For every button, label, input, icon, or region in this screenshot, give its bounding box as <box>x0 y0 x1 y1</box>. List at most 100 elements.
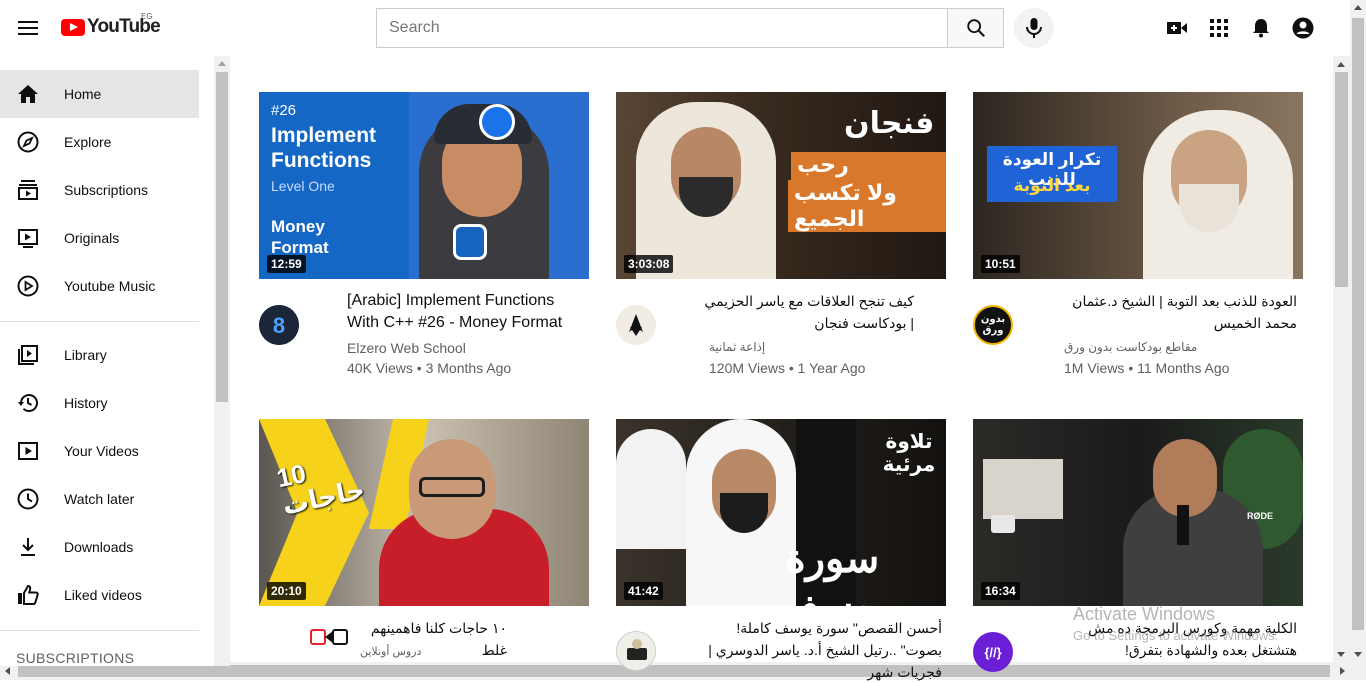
video-thumbnail[interactable]: تكرار العودة للذنب بعد التوبة 10:51 <box>973 92 1303 279</box>
play-button-icon <box>991 515 1015 533</box>
youtube-logo[interactable]: YouTube EG <box>61 12 161 38</box>
channel-name[interactable]: مقاطع بودكاست بدون ورق <box>1064 340 1197 354</box>
video-thumbnail[interactable]: تلاوة مرئية سورة يوسف 41:42 <box>616 419 946 606</box>
page-scrollbar-thumb[interactable] <box>1352 18 1364 630</box>
sidebar-item-youtube-music[interactable]: Youtube Music <box>0 262 199 310</box>
sidebar-item-watch-later[interactable]: Watch later <box>0 475 199 523</box>
sidebar-item-home[interactable]: Home <box>0 70 199 118</box>
channel-avatar[interactable]: بدون ورق <box>973 305 1013 345</box>
video-meta: 40K Views • 3 Months Ago <box>347 360 512 376</box>
sidebar-item-downloads[interactable]: Downloads <box>0 523 199 571</box>
sidebar-item-subscriptions[interactable]: Subscriptions <box>0 166 199 214</box>
video-meta: 120M Views • 1 Year Ago <box>709 360 866 376</box>
notifications-bell-icon[interactable] <box>1249 16 1273 40</box>
channel-name[interactable]: دروس أونلاين <box>360 645 421 658</box>
horizontal-scrollbar-thumb[interactable] <box>18 665 1330 677</box>
video-thumbnail[interactable]: فنجان رحب بالعداوات ولا تكسب الجميع 3:03… <box>616 92 946 279</box>
voice-search-button[interactable] <box>1014 8 1054 48</box>
video-title[interactable]: أحسن القصص" سورة يوسف كاملة! بصوت" ..رتي… <box>696 617 942 683</box>
country-code: EG <box>141 12 153 21</box>
search-input[interactable] <box>376 8 947 48</box>
scroll-right-arrow[interactable] <box>1340 667 1345 675</box>
video-meta: 1M Views • 11 Months Ago <box>1064 360 1230 376</box>
video-title[interactable]: [Arabic] Implement Functions With C++ #2… <box>347 290 587 334</box>
channel-avatar[interactable] <box>616 631 656 671</box>
channel-avatar[interactable]: {//} <box>973 632 1013 672</box>
scroll-left-arrow[interactable] <box>5 667 10 675</box>
microphone-icon <box>1026 18 1042 38</box>
sidebar-item-label: Downloads <box>64 539 134 555</box>
search-icon <box>966 19 985 37</box>
content-scrollbar[interactable] <box>1333 56 1350 666</box>
video-duration: 41:42 <box>624 582 663 600</box>
apps-grid-icon[interactable] <box>1207 16 1231 40</box>
sidebar-divider <box>0 630 199 631</box>
video-title[interactable]: كيف تنجح العلاقات مع ياسر الحزيمي | بودك… <box>704 290 914 334</box>
video-card[interactable]: فنجان رحب بالعداوات ولا تكسب الجميع 3:03… <box>616 92 946 392</box>
sidebar: Home Explore Subscriptions Originals You… <box>0 56 214 666</box>
sidebar-item-your-videos[interactable]: Your Videos <box>0 427 199 475</box>
scroll-up-arrow[interactable] <box>218 61 226 66</box>
sidebar-item-label: Library <box>64 347 107 363</box>
video-thumbnail[interactable]: #26 Implement Functions Level One Money … <box>259 92 589 279</box>
video-thumbnail[interactable]: 10 حاجات 20:10 <box>259 419 589 606</box>
imam-figure <box>616 429 686 549</box>
sidebar-item-label: Your Videos <box>64 443 139 459</box>
video-duration: 3:03:08 <box>624 255 674 273</box>
video-thumbnail[interactable]: RØDE 16:34 <box>973 419 1303 606</box>
sidebar-item-history[interactable]: History <box>0 379 199 427</box>
youtube-play-icon <box>61 18 85 36</box>
scroll-up-arrow[interactable] <box>1337 62 1345 67</box>
sidebar-item-library[interactable]: Library <box>0 331 199 379</box>
sidebar-item-label: Home <box>64 86 102 102</box>
video-card[interactable]: #26 Implement Functions Level One Money … <box>259 92 589 392</box>
sidebar-scrollbar[interactable] <box>214 56 230 666</box>
sidebar-item-label: Youtube Music <box>64 278 156 294</box>
activate-windows-hint: Go to Settings to activate Windows. <box>1073 628 1279 643</box>
thumbnail-subtitle: بعد التوبة <box>1013 176 1091 195</box>
home-icon <box>16 82 40 106</box>
scroll-down-arrow[interactable] <box>1354 652 1362 657</box>
glasses-shape <box>419 477 485 497</box>
video-duration: 16:34 <box>981 582 1020 600</box>
channel-avatar[interactable] <box>616 305 656 345</box>
search-button[interactable] <box>947 8 1004 48</box>
avatar-text: بدون ورق <box>980 314 1006 336</box>
video-card[interactable]: تكرار العودة للذنب بعد التوبة 10:51 بدون… <box>973 92 1303 392</box>
sidebar-item-explore[interactable]: Explore <box>0 118 199 166</box>
scroll-up-arrow[interactable] <box>1354 5 1362 10</box>
account-avatar-icon[interactable] <box>1291 16 1315 40</box>
channel-name[interactable]: إذاعة ثمانية <box>709 340 765 354</box>
sidebar-item-liked-videos[interactable]: Liked videos <box>0 571 199 619</box>
video-duration: 20:10 <box>267 582 306 600</box>
sidebar-item-label: Watch later <box>64 491 135 507</box>
thumbnail-footer: Money Format <box>271 217 329 257</box>
your-videos-icon <box>16 439 40 463</box>
thumbnail-subtitle: Level One <box>271 178 335 194</box>
sidebar-item-originals[interactable]: Originals <box>0 214 199 262</box>
menu-icon[interactable] <box>16 16 40 40</box>
download-icon <box>16 535 40 559</box>
sidebar-item-label: History <box>64 395 108 411</box>
scroll-down-arrow[interactable] <box>1337 652 1345 657</box>
mic-brand: RØDE <box>1247 511 1274 521</box>
shelf-box <box>983 459 1063 519</box>
content-scrollbar-thumb[interactable] <box>1335 72 1348 287</box>
clock-icon <box>16 487 40 511</box>
video-card[interactable]: RØDE 16:34 {//} الكلية مهمة وكورس البرمج… <box>973 419 1303 672</box>
page-scrollbar[interactable] <box>1350 0 1366 666</box>
video-title[interactable]: العودة للذنب بعد التوبة | الشيخ د.عثمان … <box>1061 290 1297 334</box>
channel-avatar[interactable] <box>309 619 349 655</box>
library-icon <box>16 343 40 367</box>
channel-name[interactable]: Elzero Web School <box>347 340 466 356</box>
sidebar-scrollbar-thumb[interactable] <box>216 72 228 402</box>
channel-avatar[interactable]: 8 <box>259 305 299 345</box>
video-card[interactable]: تلاوة مرئية سورة يوسف 41:42 أحسن القصص" … <box>616 419 946 680</box>
video-card[interactable]: 10 حاجات 20:10 ١٠ حاجات كلنا فاهمينهم غل… <box>259 419 589 662</box>
masthead: YouTube EG <box>0 0 1350 56</box>
code-braces-icon: {//} <box>984 644 1002 660</box>
create-video-icon[interactable] <box>1165 16 1189 40</box>
video-duration: 12:59 <box>267 255 306 273</box>
thumbnail-subtitle: سورة يوسف <box>778 535 886 606</box>
subscriptions-section-title: SUBSCRIPTIONS <box>16 650 135 666</box>
